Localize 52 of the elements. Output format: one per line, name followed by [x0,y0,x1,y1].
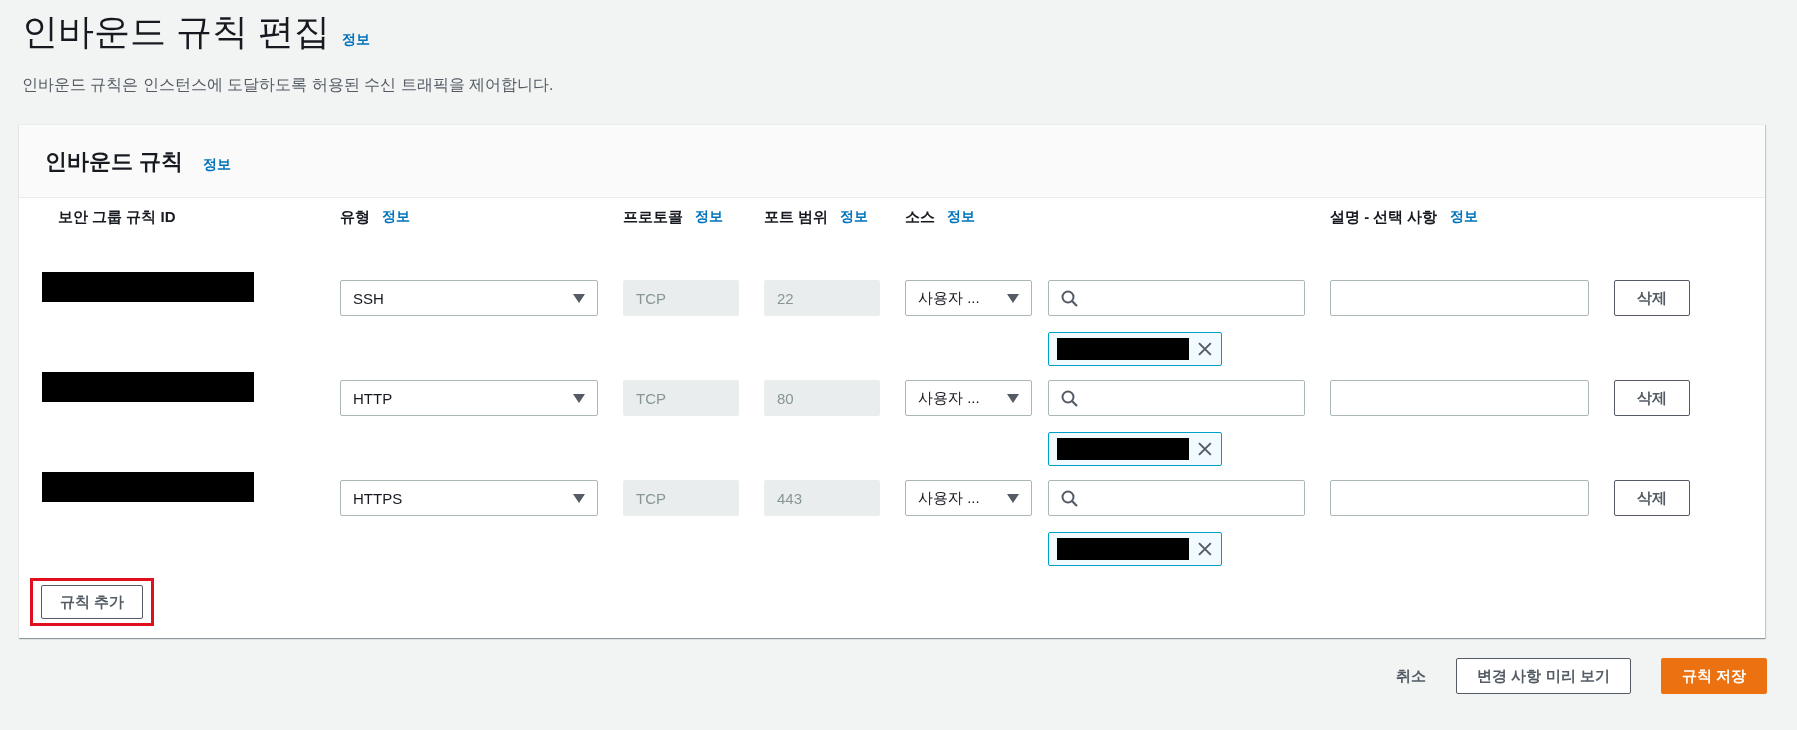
column-header: 포트 범위 [764,208,829,227]
caret-icon [1007,393,1019,403]
info-link[interactable]: 정보 [695,208,723,226]
search-field[interactable] [1048,480,1305,516]
port-field: 80 [764,380,880,416]
delete-button[interactable]: 삭제 [1614,280,1690,316]
caret-icon [1007,493,1019,503]
type-dropdown[interactable]: HTTP [340,380,598,416]
search-field[interactable] [1048,280,1305,316]
page-title: 인바운드 규칙 편집 [22,10,330,54]
source-dropdown[interactable]: 사용자 ... [905,280,1032,316]
search-icon [1061,489,1078,507]
add-rule-button[interactable]: 규칙 추가 [41,585,144,619]
description-field[interactable] [1330,480,1589,516]
info-link[interactable]: 정보 [1449,208,1478,226]
info-link[interactable]: 정보 [840,208,869,226]
caret-icon [573,293,585,303]
source-dropdown[interactable]: 사용자 ... [905,380,1032,416]
page-description: 인바운드 규칙은 인스턴스에 도달하도록 허용된 수신 트래픽을 제어합니다. [22,75,555,95]
description-field[interactable] [1330,380,1589,416]
cancel-link[interactable]: 취소 [1396,666,1427,686]
delete-button[interactable]: 삭제 [1614,480,1690,516]
source-dropdown[interactable]: 사용자 ... [905,480,1032,516]
preview-button[interactable]: 변경 사항 미리 보기 [1456,658,1631,694]
type-dropdown[interactable]: SSH [340,280,598,316]
info-link[interactable]: 정보 [947,208,975,226]
close-icon[interactable] [1197,441,1213,457]
protocol-field: TCP [623,280,739,316]
column-header: 설명 - 선택 사항 [1330,208,1438,227]
column-header: 프로토콜 [623,208,683,227]
caret-icon [573,393,585,403]
port-field: 22 [764,280,880,316]
port-field: 443 [764,480,880,516]
search-icon [1061,389,1078,407]
protocol-field: TCP [623,380,739,416]
column-header: 소스 [905,208,935,227]
search-field[interactable] [1048,380,1305,416]
type-dropdown[interactable]: HTTPS [340,480,598,516]
panel-title: 인바운드 규칙 [45,148,184,176]
close-icon[interactable] [1197,541,1213,557]
search-icon [1061,289,1078,307]
caret-icon [573,493,585,503]
info-link[interactable]: 정보 [342,31,370,49]
description-field[interactable] [1330,280,1589,316]
delete-button[interactable]: 삭제 [1614,380,1690,416]
caret-icon [1007,293,1019,303]
info-link[interactable]: 정보 [382,208,410,226]
info-link[interactable]: 정보 [203,156,232,174]
close-icon[interactable] [1197,341,1213,357]
column-header: 보안 그룹 규칙 ID [58,208,176,227]
column-header: 유형 [340,208,370,227]
protocol-field: TCP [623,480,739,516]
